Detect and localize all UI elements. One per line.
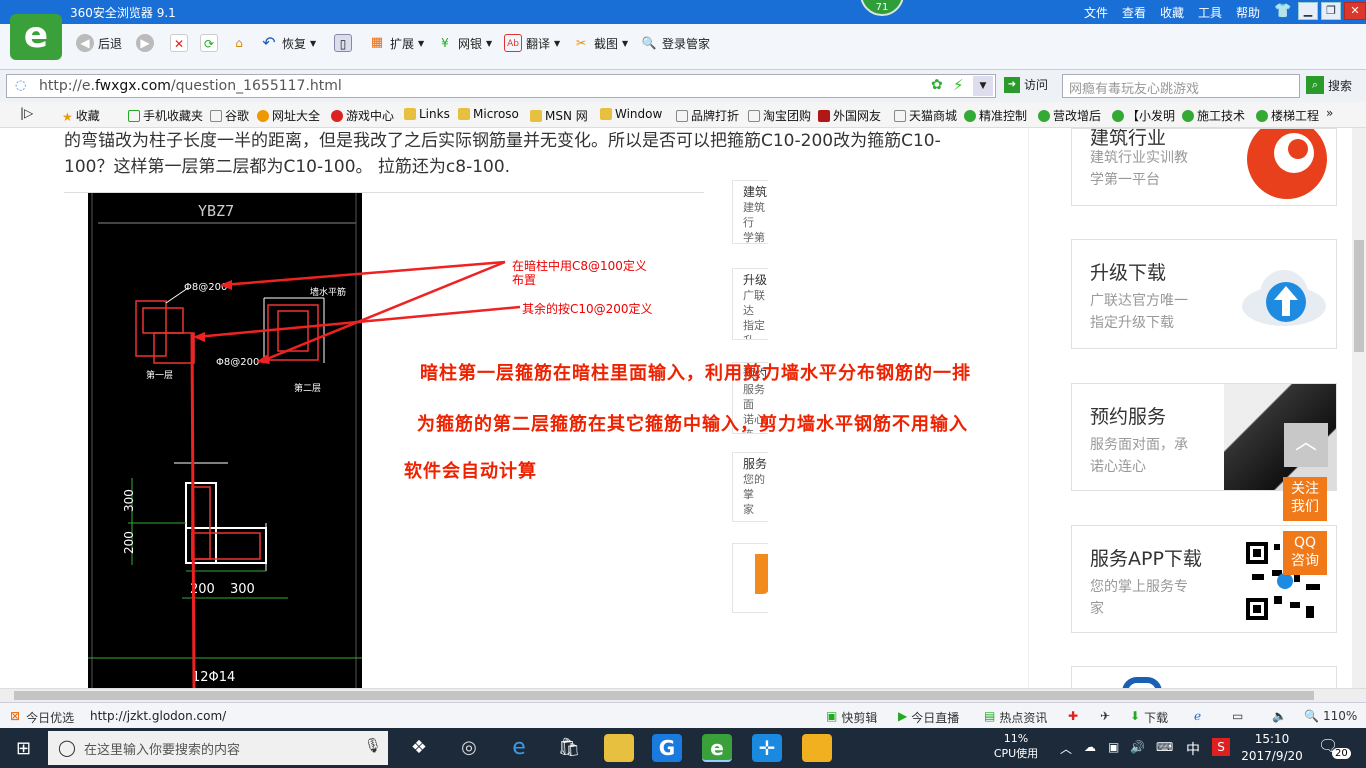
status-url: http://jzkt.glodon.com/: [90, 709, 227, 723]
task-view-icon[interactable]: ❖: [404, 734, 434, 762]
pin-icon[interactable]: ✈: [1100, 709, 1110, 723]
vertical-scroll-thumb[interactable]: [1354, 240, 1364, 352]
taskbar-search-input[interactable]: 在这里输入你要搜索的内容: [48, 731, 388, 765]
quick-edit-button[interactable]: ▣ 快剪辑: [826, 709, 877, 726]
microphone-icon[interactable]: 🎙: [364, 738, 382, 754]
sogou-icon[interactable]: S: [1212, 738, 1230, 756]
live-button[interactable]: ▶ 今日直播: [898, 709, 959, 726]
cpu-usage[interactable]: 11% CPU使用: [990, 731, 1042, 761]
right-card-upgrade[interactable]: 升级下载 广联达官方唯一 指定升级下载: [1071, 239, 1337, 349]
cloud-tray-icon[interactable]: ☁: [1084, 740, 1096, 754]
360-browser-icon[interactable]: e: [702, 734, 732, 762]
edge-icon[interactable]: e: [504, 734, 534, 762]
network-icon[interactable]: ▣: [1108, 740, 1119, 754]
app-cross-icon[interactable]: ✛: [752, 734, 782, 762]
glodon-app-icon[interactable]: G: [652, 734, 682, 762]
annotation-hidden-column: 在暗柱中用C8@100定义 布置: [512, 259, 647, 287]
windows-start-icon[interactable]: ⊞: [16, 738, 31, 759]
hot-news-button[interactable]: ▤ 热点资讯: [984, 709, 1047, 726]
zoom-icon: 🔍: [1304, 709, 1319, 723]
back-to-top-button[interactable]: ︿: [1284, 423, 1328, 467]
volume-icon[interactable]: 🔈: [1272, 709, 1287, 723]
notification-count: 20: [1332, 748, 1351, 759]
explanation-line-1: 暗柱第一层箍筋在暗柱里面输入，利用剪力墙水平分布钢筋的一排: [420, 363, 971, 384]
browser-swirl-icon[interactable]: ◎: [454, 734, 484, 762]
download-icon: ⬇: [1130, 709, 1141, 723]
shield-icon[interactable]: ✚: [1068, 709, 1078, 723]
ime-indicator[interactable]: 中: [1186, 739, 1200, 759]
store-icon[interactable]: 🛍: [554, 734, 584, 762]
follow-us-button[interactable]: 关注我们: [1283, 477, 1327, 521]
file-explorer-icon[interactable]: [604, 734, 634, 762]
zoom-control[interactable]: 🔍 110%: [1304, 709, 1357, 723]
clock[interactable]: 15:10 2017/9/20: [1240, 731, 1304, 765]
right-card-training[interactable]: 建筑行业 建筑行业实训教 学第一平台: [1071, 128, 1337, 206]
download-button[interactable]: ⬇ 下载: [1130, 709, 1168, 726]
cloud-upload-icon: [1242, 270, 1326, 326]
explanation-line-2: 为箍筋的第二层箍筋在其它箍筋中输入，剪力墙水平钢筋不用输入: [417, 414, 968, 435]
live-icon: ▶: [898, 709, 908, 723]
gift-icon: ⊠: [10, 709, 21, 723]
mid-card-1[interactable]: 建筑建筑行学第一: [732, 180, 768, 244]
window-icon[interactable]: ▭: [1232, 709, 1243, 723]
speaker-icon[interactable]: 🔊: [1130, 740, 1145, 754]
horizontal-scrollbar[interactable]: [0, 688, 1366, 702]
keyboard-icon[interactable]: ⌨: [1156, 740, 1173, 754]
explanation-line-3: 软件会自动计算: [404, 461, 537, 482]
news-icon: ▤: [984, 709, 996, 723]
glodon-logo-icon: [1247, 129, 1327, 199]
ie-icon[interactable]: ℯ: [1194, 709, 1201, 723]
today-picks-button[interactable]: ⊠ 今日优选: [10, 709, 74, 726]
notes-icon[interactable]: [802, 734, 832, 762]
logo-icon: [755, 554, 768, 594]
play-icon: ▣: [826, 709, 838, 723]
tray-expand-icon[interactable]: ︿: [1060, 740, 1072, 757]
cortana-icon: ◯: [58, 738, 76, 757]
qq-consult-button[interactable]: QQ咨询: [1283, 531, 1327, 575]
mid-card-4[interactable]: 服务 您的掌家: [732, 452, 768, 522]
horizontal-scroll-thumb[interactable]: [14, 691, 1314, 700]
mid-card-5[interactable]: [732, 543, 768, 613]
vertical-scrollbar[interactable]: [1352, 128, 1366, 688]
mid-card-2[interactable]: 升级广联达指定升: [732, 268, 768, 340]
annotation-others: 其余的按C10@200定义: [522, 302, 653, 316]
